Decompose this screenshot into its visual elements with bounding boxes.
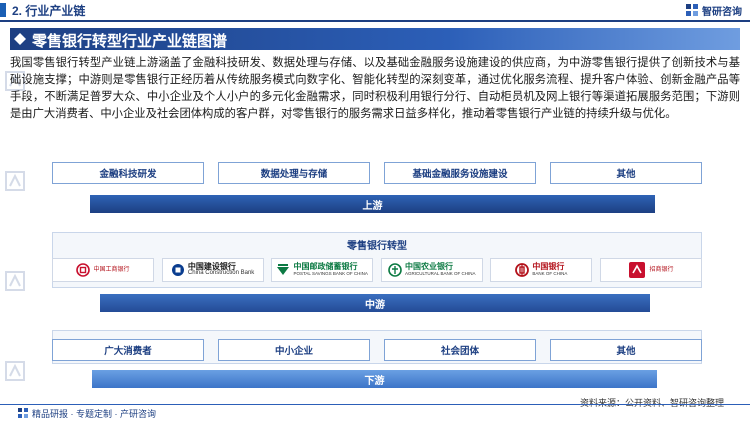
diamond-icon [14,33,26,45]
upstream-item: 金融科技研发 [52,162,204,184]
bank-name-en: AGRICULTURAL BANK OF CHINA [405,271,476,276]
bank-logo-ccb: 中国建设银行 China Construction Bank [161,258,264,282]
upstream-label: 上游 [90,195,655,213]
bank-name: 招商银行 [649,266,674,273]
bank-name-en: China Construction Bank [187,270,255,276]
bank-name: 中国银行 [532,262,565,271]
title-banner: 零售银行转型行业产业链图谱 [10,28,740,50]
downstream-item: 中小企业 [218,339,370,361]
downstream-label: 下游 [92,370,657,388]
bank-name: 中国农业银行 [405,262,454,271]
watermark-icon [5,271,25,291]
downstream-row: 广大消费者 中小企业 社会团体 其他 [52,339,702,361]
header-rule [0,20,750,22]
psbc-logo-icon [277,264,290,275]
upstream-item: 基础金融服务设施建设 [384,162,536,184]
bank-name-en: BANK OF CHINA [532,271,568,276]
bank-logo-row: 中国工商银行 中国建设银行 China Construction Bank 中国… [52,258,702,282]
cmb-logo-icon [629,262,646,278]
brand-name: 智研咨询 [702,6,742,18]
midstream-panel-title: 零售银行转型 [347,241,407,252]
upstream-row: 金融科技研发 数据处理与存储 基础金融服务设施建设 其他 [52,162,702,184]
bank-name: 中国邮政储蓄银行 [293,262,358,271]
bank-logo-psbc: 中国邮政储蓄银行 POSTAL SAVINGS BANK OF CHINA [271,258,374,282]
page-title: 零售银行转型行业产业链图谱 [32,33,228,50]
bank-logo-icbc: 中国工商银行 [52,258,154,282]
footer: 精品研报 · 专题定制 · 产研咨询 [0,404,750,421]
section-header: 2. 行业产业链 智研咨询 [0,0,750,22]
footer-logo-icon [18,408,28,418]
abc-logo-icon [388,263,402,277]
icbc-logo-icon [76,263,91,277]
footer-slogan: 精品研报 · 专题定制 · 产研咨询 [32,409,156,419]
midstream-label: 中游 [100,294,650,312]
bank-name: 中国建设银行 [187,262,236,271]
section-accent [0,3,6,17]
downstream-item: 社会团体 [384,339,536,361]
watermark-icon [5,361,25,381]
section-title: 2. 行业产业链 [12,4,86,18]
brand: 智研咨询 [685,2,742,18]
bank-logo-abc: 中国农业银行 AGRICULTURAL BANK OF CHINA [380,258,483,282]
description-text: 我国零售银行转型产业链上游涵盖了金融科技研发、数据处理与存储、以及基础金融服务设… [10,57,740,120]
bank-logo-cmb: 招商银行 [599,258,702,282]
ccb-logo-icon [171,264,184,276]
brand-logo-icon [686,4,698,16]
upstream-item: 其他 [550,162,702,184]
bank-name: 中国工商银行 [93,266,130,273]
downstream-item: 其他 [550,339,702,361]
boc-logo-icon [515,263,530,277]
downstream-item: 广大消费者 [52,339,204,361]
watermark-icon [5,171,25,191]
footer-rule [0,404,750,405]
bank-logo-boc: 中国银行 BANK OF CHINA [490,258,593,282]
upstream-item: 数据处理与存储 [218,162,370,184]
bank-name-en: POSTAL SAVINGS BANK OF CHINA [293,271,368,276]
